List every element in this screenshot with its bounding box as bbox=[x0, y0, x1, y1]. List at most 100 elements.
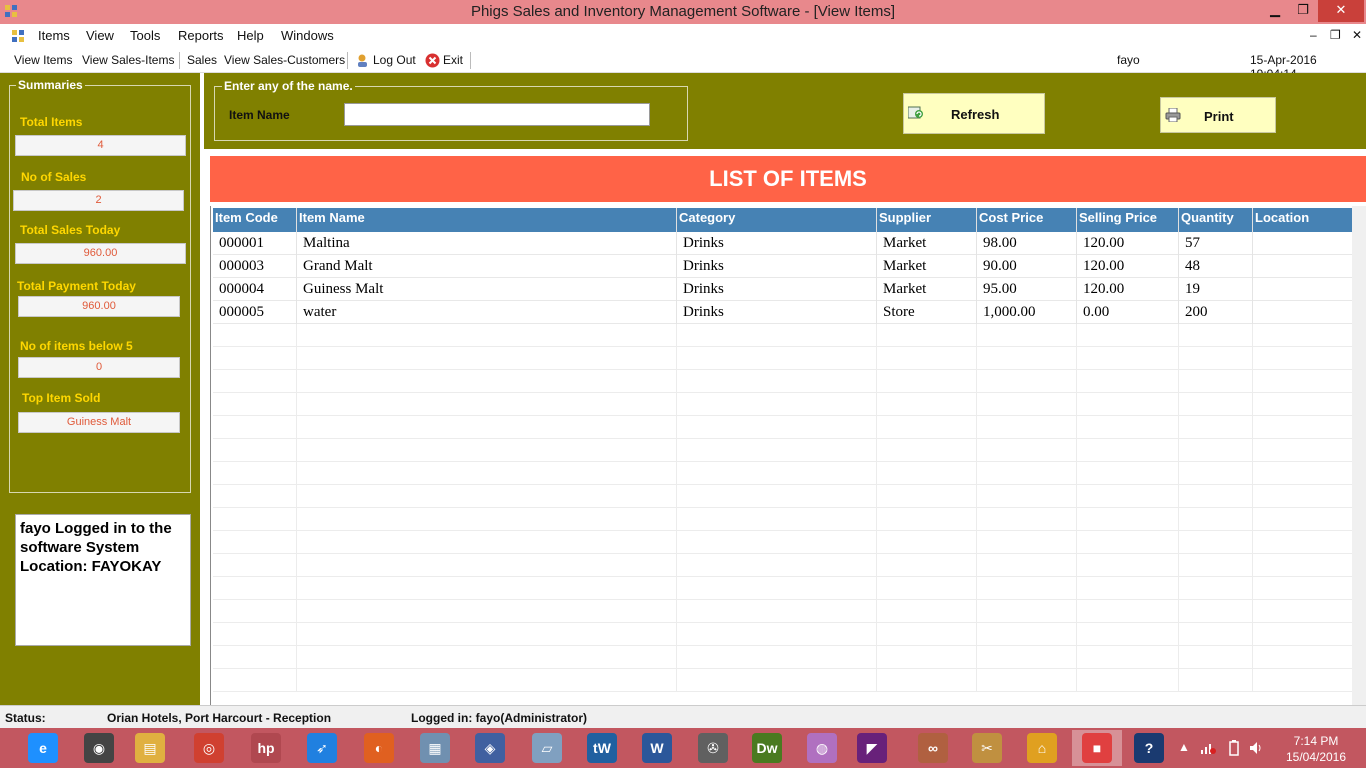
column-header-quantity[interactable]: Quantity bbox=[1179, 208, 1253, 232]
calculator-icon: ▦ bbox=[420, 733, 450, 763]
view-sales-customers-button[interactable]: View Sales-Customers bbox=[224, 53, 345, 67]
firefox-taskbar-button[interactable]: ◐ bbox=[354, 730, 404, 766]
table-row[interactable]: 000001 Maltina Drinks Market 98.00 120.0… bbox=[213, 232, 1353, 255]
cell-supplier[interactable]: Market bbox=[877, 278, 977, 301]
cell-selling-price[interactable]: 120.00 bbox=[1077, 278, 1179, 301]
cell-item-name[interactable]: Guiness Malt bbox=[297, 278, 677, 301]
cell-item-code[interactable]: 000003 bbox=[213, 255, 297, 278]
menu-tools[interactable]: Tools bbox=[130, 28, 160, 43]
cell-quantity[interactable]: 57 bbox=[1179, 232, 1253, 255]
column-header-item-code[interactable]: Item Code bbox=[213, 208, 297, 232]
cell-cost-price[interactable]: 95.00 bbox=[977, 278, 1077, 301]
file-explorer-taskbar-button[interactable]: ▤ bbox=[125, 730, 175, 766]
column-header-category[interactable]: Category bbox=[677, 208, 877, 232]
column-header-supplier[interactable]: Supplier bbox=[877, 208, 977, 232]
panel-divider bbox=[200, 73, 204, 705]
paint-taskbar-button[interactable]: ◍ bbox=[797, 730, 847, 766]
network-icon[interactable] bbox=[1200, 741, 1216, 755]
visual-studio-taskbar-button[interactable]: ◤ bbox=[847, 730, 897, 766]
exit-button[interactable]: Exit bbox=[443, 53, 463, 67]
visual-basic-taskbar-button[interactable]: ◈ bbox=[465, 730, 515, 766]
menu-help[interactable]: Help bbox=[237, 28, 264, 43]
cell-location[interactable] bbox=[1253, 278, 1353, 301]
phigs-app-taskbar-button[interactable]: ■ bbox=[1072, 730, 1122, 766]
cell-supplier[interactable]: Store bbox=[877, 301, 977, 324]
empty-table-row bbox=[213, 531, 1353, 554]
chrome-taskbar-button[interactable]: ◎ bbox=[184, 730, 234, 766]
total-payment-today-value: 960.00 bbox=[18, 296, 180, 317]
hp-taskbar-button[interactable]: hp bbox=[241, 730, 291, 766]
menu-windows[interactable]: Windows bbox=[281, 28, 334, 43]
column-header-item-name[interactable]: Item Name bbox=[297, 208, 677, 232]
maximize-button[interactable]: ❐ bbox=[1290, 0, 1316, 22]
sales-button[interactable]: Sales bbox=[187, 53, 217, 67]
items-grid[interactable]: Item Code Item Name Category Supplier Co… bbox=[210, 206, 1366, 705]
logout-button[interactable]: Log Out bbox=[373, 53, 416, 67]
view-sales-items-button[interactable]: View Sales-Items bbox=[82, 53, 174, 67]
video-taskbar-button[interactable]: ✇ bbox=[688, 730, 738, 766]
help-taskbar-button[interactable]: ? bbox=[1124, 730, 1174, 766]
textwrangler-taskbar-button[interactable]: tW bbox=[577, 730, 627, 766]
mdi-close-button[interactable]: ✕ bbox=[1352, 28, 1362, 42]
minimize-button[interactable]: ▁ bbox=[1262, 0, 1288, 22]
infinity-taskbar-button[interactable]: ∞ bbox=[908, 730, 958, 766]
column-header-cost-price[interactable]: Cost Price bbox=[977, 208, 1077, 232]
cell-quantity[interactable]: 200 bbox=[1179, 301, 1253, 324]
mdi-child-icon[interactable] bbox=[11, 29, 25, 43]
cell-item-name[interactable]: Maltina bbox=[297, 232, 677, 255]
rocket-taskbar-button[interactable]: ➶ bbox=[297, 730, 347, 766]
cell-selling-price[interactable]: 0.00 bbox=[1077, 301, 1179, 324]
column-header-location[interactable]: Location bbox=[1253, 208, 1353, 232]
volume-icon[interactable] bbox=[1248, 740, 1264, 756]
cell-supplier[interactable]: Market bbox=[877, 232, 977, 255]
empty-cell bbox=[977, 370, 1077, 393]
cell-category[interactable]: Drinks bbox=[677, 301, 877, 324]
table-row[interactable]: 000005 water Drinks Store 1,000.00 0.00 … bbox=[213, 301, 1353, 324]
print-button[interactable]: Print bbox=[1160, 97, 1276, 133]
notepad-taskbar-button[interactable]: ▱ bbox=[522, 730, 572, 766]
column-header-selling-price[interactable]: Selling Price bbox=[1077, 208, 1179, 232]
table-row[interactable]: 000003 Grand Malt Drinks Market 90.00 12… bbox=[213, 255, 1353, 278]
cell-item-name[interactable]: water bbox=[297, 301, 677, 324]
battery-icon[interactable] bbox=[1228, 740, 1240, 756]
cell-item-name[interactable]: Grand Malt bbox=[297, 255, 677, 278]
system-clock[interactable]: 7:14 PM 15/04/2016 bbox=[1281, 733, 1351, 765]
cell-cost-price[interactable]: 98.00 bbox=[977, 232, 1077, 255]
cell-supplier[interactable]: Market bbox=[877, 255, 977, 278]
cell-category[interactable]: Drinks bbox=[677, 278, 877, 301]
cell-location[interactable] bbox=[1253, 232, 1353, 255]
notepad-icon: ▱ bbox=[532, 733, 562, 763]
tools-taskbar-button[interactable]: ✂ bbox=[962, 730, 1012, 766]
cell-item-code[interactable]: 000005 bbox=[213, 301, 297, 324]
mdi-minimize-button[interactable]: – bbox=[1310, 28, 1317, 42]
cell-selling-price[interactable]: 120.00 bbox=[1077, 255, 1179, 278]
calculator-taskbar-button[interactable]: ▦ bbox=[410, 730, 460, 766]
view-items-button[interactable]: View Items bbox=[14, 53, 72, 67]
menu-view[interactable]: View bbox=[86, 28, 114, 43]
refresh-button[interactable]: Refresh bbox=[903, 93, 1045, 134]
cell-item-code[interactable]: 000001 bbox=[213, 232, 297, 255]
tray-expand-icon[interactable]: ▲ bbox=[1178, 740, 1190, 754]
media-player-taskbar-button[interactable]: ◉ bbox=[74, 730, 124, 766]
cell-location[interactable] bbox=[1253, 255, 1353, 278]
menu-items[interactable]: Items bbox=[38, 28, 70, 43]
cell-location[interactable] bbox=[1253, 301, 1353, 324]
mdi-restore-button[interactable]: ❐ bbox=[1330, 28, 1341, 42]
home-taskbar-button[interactable]: ⌂ bbox=[1017, 730, 1067, 766]
cell-category[interactable]: Drinks bbox=[677, 255, 877, 278]
table-row[interactable]: 000004 Guiness Malt Drinks Market 95.00 … bbox=[213, 278, 1353, 301]
toolbar-separator bbox=[470, 52, 471, 69]
cell-category[interactable]: Drinks bbox=[677, 232, 877, 255]
menu-reports[interactable]: Reports bbox=[178, 28, 224, 43]
cell-quantity[interactable]: 48 bbox=[1179, 255, 1253, 278]
internet-explorer-taskbar-button[interactable]: e bbox=[18, 730, 68, 766]
word-taskbar-button[interactable]: W bbox=[632, 730, 682, 766]
cell-quantity[interactable]: 19 bbox=[1179, 278, 1253, 301]
cell-cost-price[interactable]: 90.00 bbox=[977, 255, 1077, 278]
dreamweaver-taskbar-button[interactable]: Dw bbox=[742, 730, 792, 766]
cell-item-code[interactable]: 000004 bbox=[213, 278, 297, 301]
close-button[interactable]: ✕ bbox=[1318, 0, 1364, 22]
cell-selling-price[interactable]: 120.00 bbox=[1077, 232, 1179, 255]
item-name-input[interactable] bbox=[344, 103, 650, 126]
cell-cost-price[interactable]: 1,000.00 bbox=[977, 301, 1077, 324]
